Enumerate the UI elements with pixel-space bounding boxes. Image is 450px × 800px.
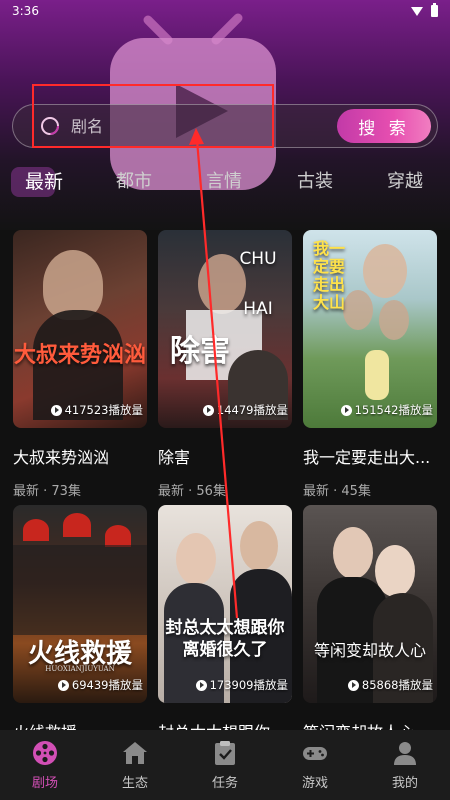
nav-tasks[interactable]: 任务: [180, 730, 270, 800]
drama-title[interactable]: 我一定要走出大...: [303, 444, 437, 468]
play-icon: [50, 404, 62, 416]
play-icon: [57, 679, 69, 691]
house-icon: [123, 742, 147, 764]
gamepad-icon: [303, 747, 327, 760]
battery-icon: [431, 3, 438, 17]
poster-title-text: 除害: [170, 334, 230, 369]
search-input[interactable]: [71, 116, 301, 136]
drama-card[interactable]: 等闲变却故人心 85868播放量 等闲变却故人心: [303, 505, 437, 743]
play-icon: [347, 679, 359, 691]
tab-urban[interactable]: 都市: [116, 167, 152, 193]
poster-title-text: 封总太太想跟你离婚很久了: [165, 618, 285, 660]
drama-card[interactable]: CHU HAI 除害 14479播放量 除害 最新 · 56集: [158, 230, 292, 499]
drama-meta: 最新 · 73集: [13, 484, 81, 499]
drama-title[interactable]: 除害: [158, 444, 292, 468]
wifi-icon: [411, 6, 423, 16]
status-time: 3:36: [12, 4, 39, 18]
drama-poster[interactable]: CHU HAI 除害 14479播放量: [158, 230, 292, 428]
view-count: 417523播放量: [50, 402, 143, 418]
view-count: 14479播放量: [202, 402, 288, 418]
bottom-nav: 剧场 生态 任务 游戏 我的: [0, 730, 450, 800]
poster-title-text: 等闲变却故人心: [313, 641, 426, 660]
nav-label: 任务: [211, 776, 238, 791]
drama-card[interactable]: 封总太太想跟你离婚很久了 173909播放量 封总太太想跟你: [158, 505, 292, 743]
drama-meta: 最新 · 56集: [158, 484, 226, 499]
view-count: 173909播放量: [195, 677, 288, 693]
drama-poster[interactable]: 等闲变却故人心 85868播放量: [303, 505, 437, 703]
search-button[interactable]: 搜 索: [337, 109, 431, 143]
poster-caption: CHU HAI: [239, 249, 277, 319]
nav-ecology[interactable]: 生态: [90, 730, 180, 800]
nav-theater[interactable]: 剧场: [0, 730, 90, 800]
person-icon: [394, 742, 416, 765]
view-count: 85868播放量: [347, 677, 433, 693]
nav-profile[interactable]: 我的: [360, 730, 450, 800]
nav-label: 生态: [121, 776, 148, 791]
nav-label: 我的: [391, 776, 418, 791]
category-tabs: 最新 都市 言情 古装 穿越: [0, 160, 450, 200]
drama-meta: 最新 · 45集: [303, 484, 371, 499]
drama-card[interactable]: 大叔来势汹汹 417523播放量 大叔来势汹汹 最新 · 73集: [13, 230, 147, 499]
tab-latest[interactable]: 最新: [25, 167, 63, 194]
drama-poster[interactable]: 大叔来势汹汹 417523播放量: [13, 230, 147, 428]
search-icon: [41, 117, 59, 135]
drama-poster[interactable]: 封总太太想跟你离婚很久了 173909播放量: [158, 505, 292, 703]
film-reel-icon: [33, 741, 57, 765]
poster-title-text: 我一定要走出大山: [312, 239, 345, 312]
tab-costume[interactable]: 古装: [297, 167, 333, 193]
tab-time-travel[interactable]: 穿越: [387, 167, 423, 193]
drama-poster[interactable]: 我一定要走出大山 151542播放量: [303, 230, 437, 428]
clipboard-check-icon: [215, 741, 235, 765]
drama-card[interactable]: 我一定要走出大山 151542播放量 我一定要走出大... 最新 · 45集: [303, 230, 437, 499]
nav-label: 游戏: [301, 776, 328, 791]
play-icon: [195, 679, 207, 691]
drama-poster[interactable]: 火线救援 HUOXIANJIUYUAN 69439播放量: [13, 505, 147, 703]
play-icon: [202, 404, 214, 416]
drama-card[interactable]: 火线救援 HUOXIANJIUYUAN 69439播放量 火线救援: [13, 505, 147, 743]
view-count: 69439播放量: [57, 677, 143, 693]
view-count: 151542播放量: [340, 402, 433, 418]
tab-romance[interactable]: 言情: [206, 167, 242, 193]
poster-caption: HUOXIANJIUYUAN: [45, 665, 115, 673]
drama-title[interactable]: 大叔来势汹汹: [13, 444, 147, 468]
poster-title-text: 大叔来势汹汹: [13, 342, 146, 368]
nav-games[interactable]: 游戏: [270, 730, 360, 800]
nav-label: 剧场: [31, 776, 58, 791]
play-icon: [340, 404, 352, 416]
search-bar[interactable]: 搜 索: [12, 104, 438, 148]
